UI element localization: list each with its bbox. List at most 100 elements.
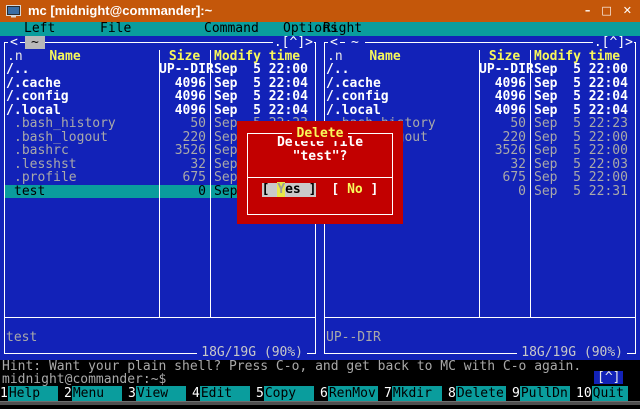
fkey-number: 1 [0,386,8,401]
file-size: 50 [479,117,529,131]
file-size: 4096 [159,90,209,104]
fkey-5-button[interactable]: 5Copy [256,386,320,401]
file-size: 4096 [479,104,529,118]
fkey-7-button[interactable]: 7Mkdir [384,386,448,401]
file-name: /.cache [6,77,156,91]
fkey-label: Delete [456,386,506,401]
dialog-message-line2: "test"? [248,150,392,164]
path-tab[interactable]: ~ [345,36,365,49]
fkey-label: Edit [200,386,250,401]
fkey-1-button[interactable]: 1Help [0,386,64,401]
file-name: test [14,185,164,199]
fkey-number: 8 [448,386,456,401]
file-size: 4096 [479,90,529,104]
dialog-frame: Delete Delete file "test"? [ Yes ] [ No … [247,133,393,215]
file-size: 0 [479,185,529,199]
terminal-icon [6,5,21,18]
fkey-label: Menu [72,386,122,401]
file-mtime: Sep 5 22:31 [534,185,628,199]
shell-prompt[interactable]: midnight@commander:~$ [2,373,638,386]
no-button[interactable]: [ No ] [331,183,378,197]
file-size: 675 [479,171,529,185]
file-mtime: Sep 5 22:00 [534,171,628,185]
column-header-name[interactable]: Name [30,50,100,64]
no-hotkey: No [347,182,363,197]
mini-status-separator [5,317,315,318]
window-title: mc [midnight@commander]:~ [28,4,212,18]
menu-left[interactable]: Left [24,22,55,36]
menu-file[interactable]: File [100,22,131,36]
sort-indicator[interactable]: .n [327,50,343,64]
sort-indicator[interactable]: .n [7,50,23,64]
terminal-window: mc [midnight@commander]:~ – □ ✕ Left Fil… [0,0,640,409]
file-row[interactable]: /.config4096Sep 5 22:04 [5,90,315,104]
history-back-marker[interactable]: < [328,36,340,49]
file-name: .profile [14,171,164,185]
fkey-8-button[interactable]: 8Delete [448,386,512,401]
panel-up-marker[interactable]: .[^]> [593,36,634,49]
file-mtime: Sep 5 22:00 [214,63,308,77]
mini-status: UP--DIR [326,331,381,345]
file-row[interactable]: /..UP--DIRSep 5 22:00 [325,63,635,77]
fkey-9-button[interactable]: 9PullDn [512,386,576,401]
yes-button[interactable]: [ Yes ] [262,183,317,197]
file-name: .bash_history [14,117,164,131]
file-size: 32 [159,158,209,172]
function-key-bar: 1Help2Menu3View4Edit5Copy6RenMov7Mkdir8D… [0,386,640,401]
file-mtime: Sep 5 22:04 [214,90,308,104]
file-name: /.. [326,63,476,77]
fkey-number: 9 [512,386,520,401]
window-titlebar[interactable]: mc [midnight@commander]:~ – □ ✕ [0,0,640,22]
delete-dialog: Delete Delete file "test"? [ Yes ] [ No … [237,121,403,224]
file-size: 4096 [479,77,529,91]
dialog-title: Delete [248,127,392,141]
file-size: 220 [479,131,529,145]
file-mtime: Sep 5 22:04 [534,77,628,91]
maximize-icon[interactable]: □ [601,4,611,18]
file-row[interactable]: /.local4096Sep 5 22:04 [325,104,635,118]
window-bottom-edge [0,401,640,405]
file-size: 0 [159,185,209,199]
fkey-2-button[interactable]: 2Menu [64,386,128,401]
file-mtime: Sep 5 22:04 [214,104,308,118]
menu-bar: Left File Command Options Right [0,22,640,36]
fkey-label: RenMov [328,386,378,401]
column-header-name[interactable]: Name [350,50,420,64]
fkey-3-button[interactable]: 3View [128,386,192,401]
yes-hotkey: Y [277,182,285,197]
scroll-up-marker[interactable]: [^] [594,371,623,384]
fkey-number: 10 [576,386,592,401]
fkey-10-button[interactable]: 10Quit [576,386,640,401]
file-mtime: Sep 5 22:04 [214,77,308,91]
fkey-number: 6 [320,386,328,401]
close-icon[interactable]: ✕ [623,4,632,18]
minimize-icon[interactable]: – [585,4,591,18]
file-size: UP--DIR [159,63,209,77]
path-tab-active[interactable]: ~ [25,36,45,49]
file-row[interactable]: /.config4096Sep 5 22:04 [325,90,635,104]
panel-up-marker[interactable]: .[^]> [273,36,314,49]
file-size: 4096 [159,77,209,91]
file-row[interactable]: /.local4096Sep 5 22:04 [5,104,315,118]
file-name: .bash_logout [14,131,164,145]
file-row[interactable]: /.cache4096 Sep 5 22:04 [5,77,315,91]
history-back-marker[interactable]: < [8,36,20,49]
file-name: .bashrc [14,144,164,158]
file-size: 3526 [159,144,209,158]
file-name: /.local [6,104,156,118]
fkey-number: 4 [192,386,200,401]
fkey-4-button[interactable]: 4Edit [192,386,256,401]
file-row[interactable]: /..UP--DIRSep 5 22:00 [5,63,315,77]
fkey-6-button[interactable]: 6RenMov [320,386,384,401]
file-name: /.cache [326,77,476,91]
file-mtime: Sep 5 22:04 [534,90,628,104]
fkey-number: 2 [64,386,72,401]
file-size: 50 [159,117,209,131]
menu-right[interactable]: Right [323,22,362,36]
file-row[interactable]: /.cache4096 Sep 5 22:04 [325,77,635,91]
mini-status: test [6,331,37,345]
menu-command[interactable]: Command [204,22,259,36]
mini-status-separator [325,317,635,318]
fkey-number: 7 [384,386,392,401]
fkey-number: 5 [256,386,264,401]
